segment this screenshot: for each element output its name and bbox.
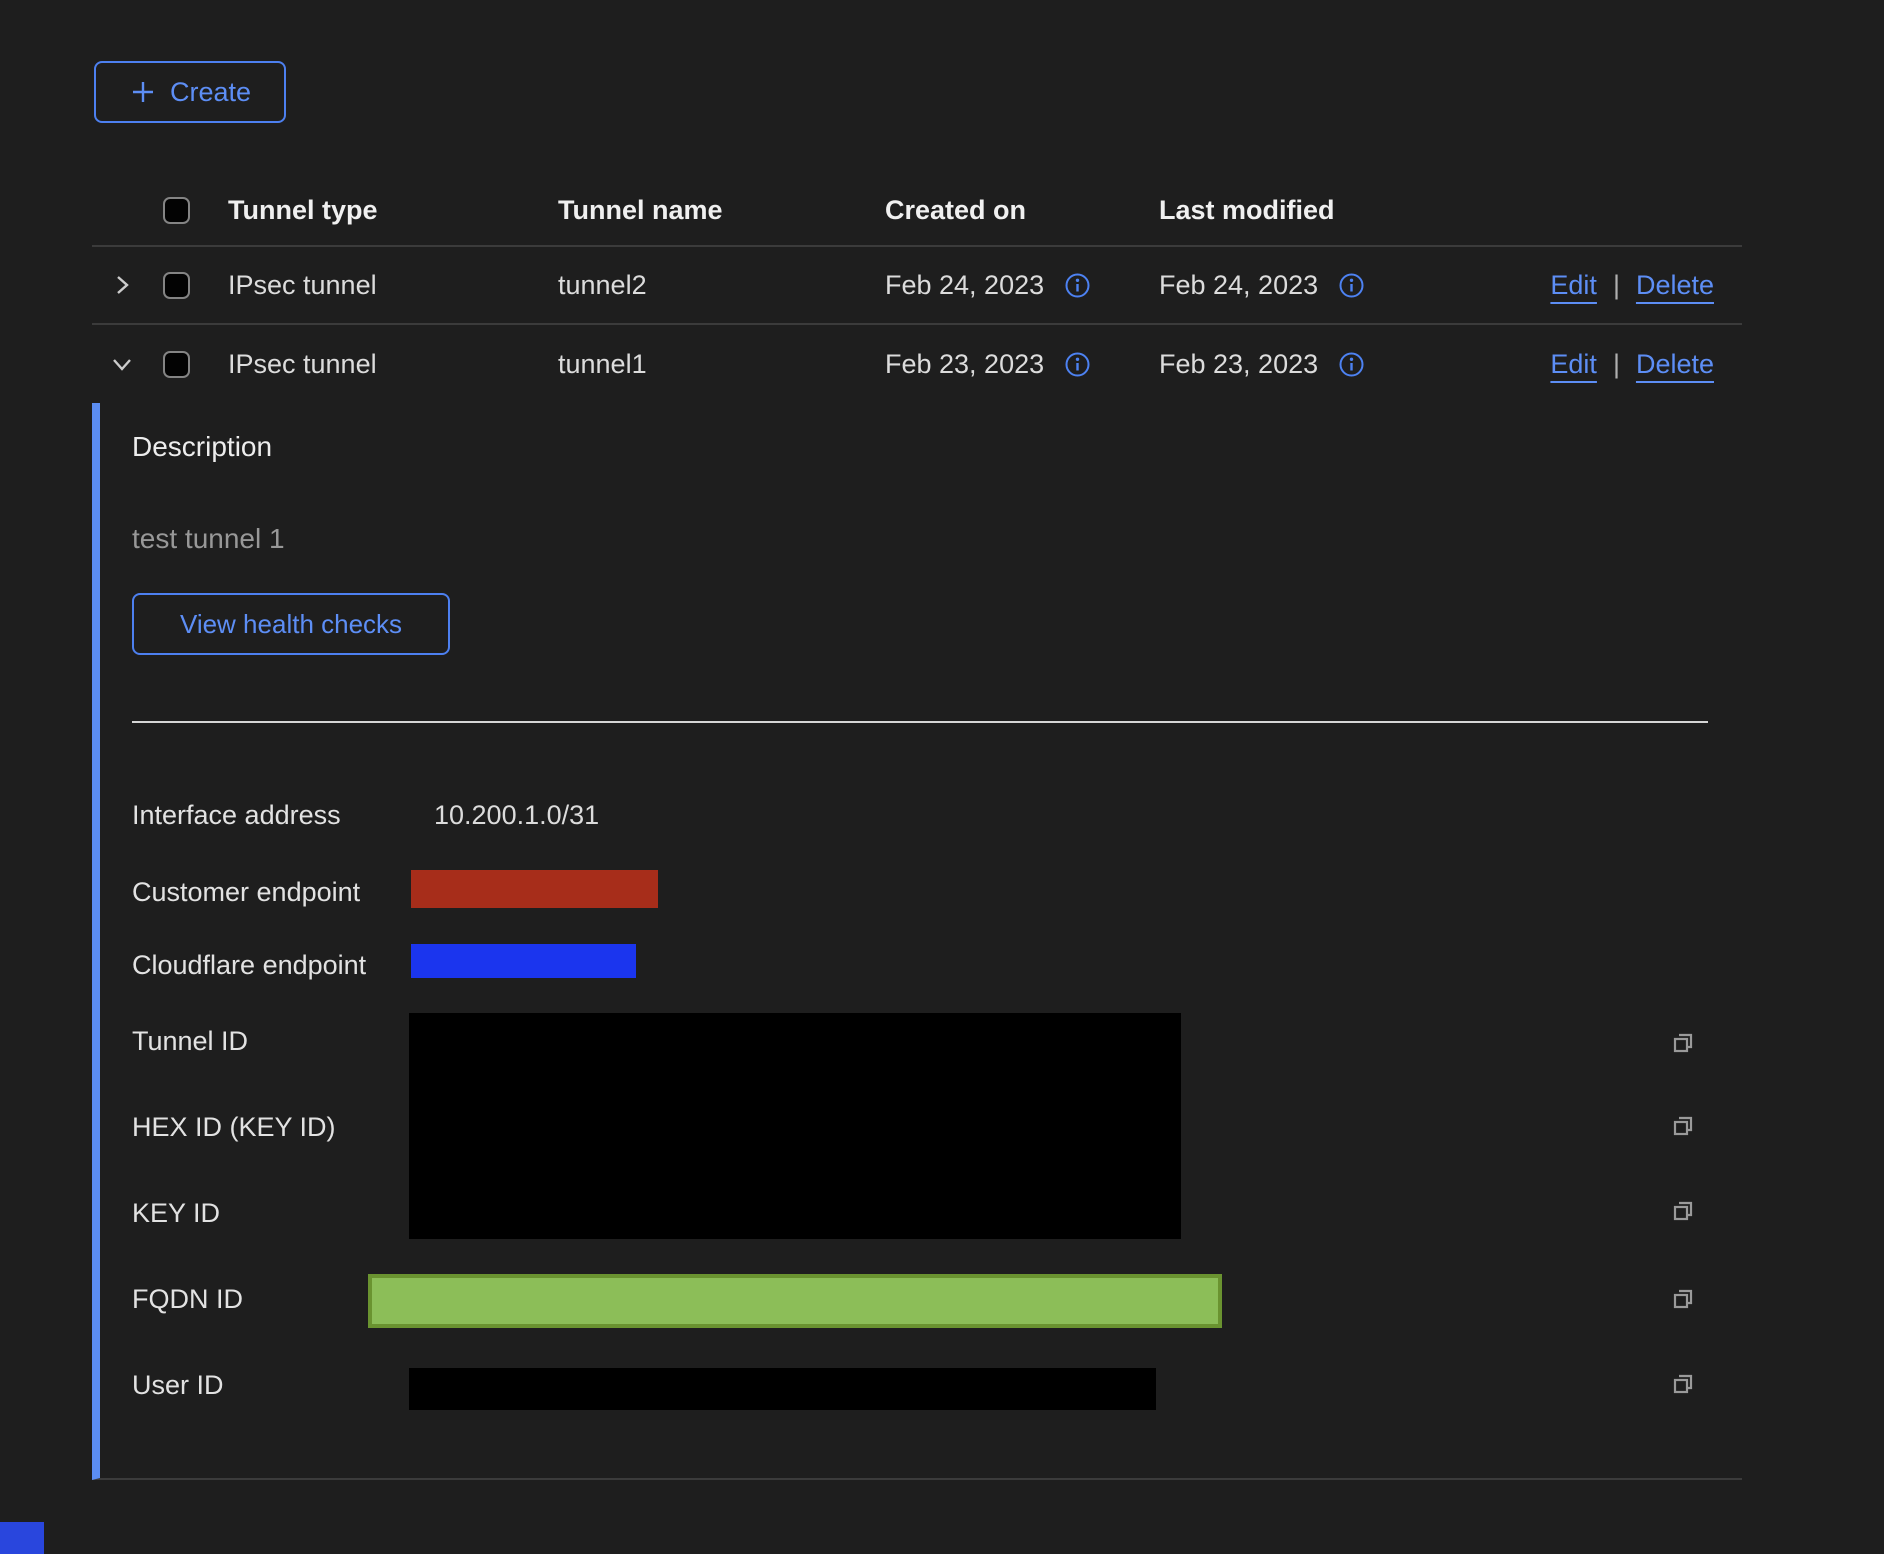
hex-id-label: HEX ID (KEY ID) [132,1110,336,1144]
ids-redaction-block [409,1013,1181,1239]
fqdn-id-label: FQDN ID [132,1282,243,1316]
user-id-redaction [409,1368,1156,1410]
header-tunnel-name: Tunnel name [558,195,885,226]
last-modified-cell: Feb 23, 2023 [1159,349,1318,380]
last-modified-cell: Feb 24, 2023 [1159,270,1318,301]
header-tunnel-type: Tunnel type [228,195,558,226]
created-on-cell: Feb 24, 2023 [885,270,1044,301]
edit-link-tunnel2[interactable]: Edit [1550,270,1597,301]
created-on-cell: Feb 23, 2023 [885,349,1044,380]
panel-divider [132,721,1708,723]
copy-icon-key-id[interactable] [1668,1195,1698,1225]
copy-icon-hex-id[interactable] [1668,1110,1698,1140]
create-button[interactable]: Create [94,61,286,123]
tunnel-name-cell: tunnel1 [558,349,885,380]
info-icon[interactable] [1064,272,1091,299]
tunnel-id-label: Tunnel ID [132,1024,248,1058]
action-separator: | [1613,349,1620,380]
info-icon[interactable] [1064,351,1091,378]
interface-address-value: 10.200.1.0/31 [434,798,599,832]
ipsec-tunnels-page: Create Tunnel type Tunnel name Created o… [0,0,1884,1554]
bottom-left-blue-fragment [0,1522,44,1554]
plus-icon [129,78,157,106]
copy-icon-fqdn-id[interactable] [1668,1283,1698,1313]
customer-endpoint-redaction [411,870,658,908]
view-health-checks-button[interactable]: View health checks [132,593,450,655]
table-header-row: Tunnel type Tunnel name Created on Last … [92,175,1742,247]
header-last-modified: Last modified [1159,195,1489,226]
cloudflare-endpoint-redaction [411,944,636,978]
view-health-checks-label: View health checks [180,609,402,640]
fqdn-id-redaction [368,1274,1222,1328]
copy-icon-user-id[interactable] [1668,1368,1698,1398]
tunnel-name-cell: tunnel2 [558,270,885,301]
select-all-checkbox[interactable] [163,197,190,224]
chevron-down-icon[interactable] [108,350,136,378]
info-icon[interactable] [1338,351,1365,378]
row-checkbox-tunnel2[interactable] [163,272,190,299]
delete-link-tunnel2[interactable]: Delete [1636,270,1714,301]
edit-link-tunnel1[interactable]: Edit [1550,349,1597,380]
tunnels-table: Tunnel type Tunnel name Created on Last … [92,175,1742,403]
info-icon[interactable] [1338,272,1365,299]
row-checkbox-tunnel1[interactable] [163,351,190,378]
chevron-right-icon[interactable] [108,271,136,299]
key-id-label: KEY ID [132,1196,220,1230]
copy-icon-tunnel-id[interactable] [1668,1027,1698,1057]
create-button-label: Create [170,77,251,108]
customer-endpoint-label: Customer endpoint [132,875,360,909]
tunnel-type-cell: IPsec tunnel [228,349,558,380]
cloudflare-endpoint-label: Cloudflare endpoint [132,948,366,982]
interface-address-label: Interface address [132,798,341,832]
table-row-tunnel1: IPsec tunnel tunnel1 Feb 23, 2023 Feb 23… [92,325,1742,403]
action-separator: | [1613,270,1620,301]
description-label: Description [132,431,272,463]
header-created-on: Created on [885,195,1159,226]
tunnel-detail-panel: Description test tunnel 1 View health ch… [92,403,1742,1480]
user-id-label: User ID [132,1368,224,1402]
delete-link-tunnel1[interactable]: Delete [1636,349,1714,380]
tunnel-type-cell: IPsec tunnel [228,270,558,301]
table-row-tunnel2: IPsec tunnel tunnel2 Feb 24, 2023 Feb 24… [92,247,1742,325]
description-value: test tunnel 1 [132,523,285,555]
